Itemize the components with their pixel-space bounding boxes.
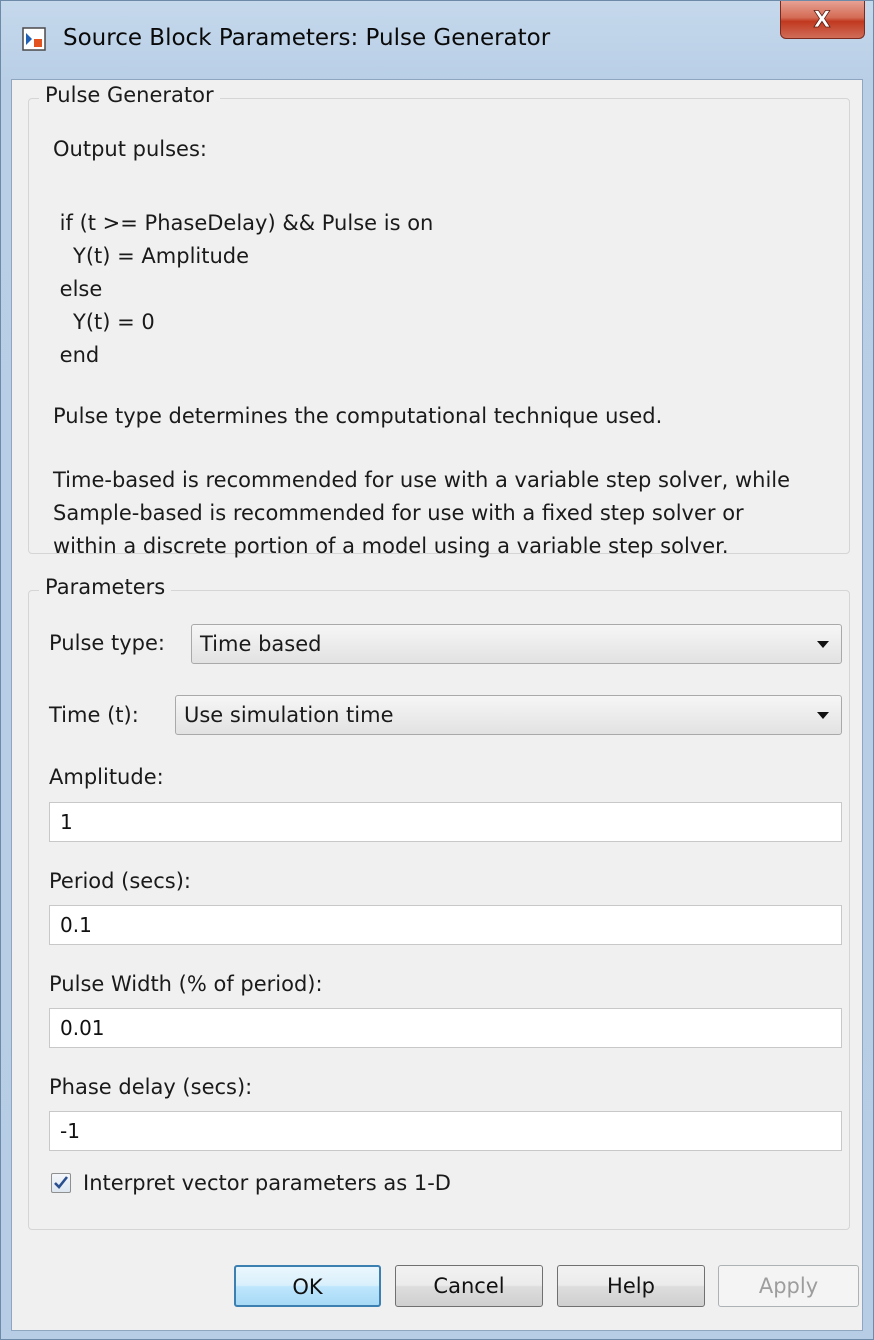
pulse-width-field[interactable]: [49, 1008, 842, 1048]
period-label: Period (secs):: [49, 869, 191, 893]
close-button[interactable]: X: [780, 1, 865, 39]
time-label: Time (t):: [49, 703, 139, 727]
cancel-button[interactable]: Cancel: [395, 1265, 543, 1307]
description-line: end: [53, 343, 100, 367]
parameters-group-title: Parameters: [39, 575, 172, 599]
description-line: Y(t) = Amplitude: [53, 244, 250, 268]
amplitude-label: Amplitude:: [49, 765, 164, 789]
chevron-down-icon: [817, 712, 829, 719]
time-value: Use simulation time: [184, 703, 394, 727]
description-line: Time-based is recommended for use with a…: [53, 468, 791, 492]
pulse-type-value: Time based: [200, 632, 322, 656]
simulink-block-icon: [22, 27, 46, 51]
parameters-group: Parameters Pulse type: Time based Time (…: [28, 575, 850, 1230]
description-line: Y(t) = 0: [53, 310, 155, 334]
dialog-client-area: Pulse Generator Output pulses: if (t >= …: [11, 79, 863, 1331]
amplitude-field[interactable]: [49, 802, 842, 842]
close-icon: X: [813, 8, 831, 34]
description-line: Pulse type determines the computational …: [53, 404, 663, 428]
interpret-vector-checkbox[interactable]: [51, 1173, 71, 1193]
pulse-type-dropdown[interactable]: Time based: [191, 624, 842, 664]
apply-button[interactable]: Apply: [718, 1265, 859, 1307]
dialog-window: Source Block Parameters: Pulse Generator…: [0, 0, 874, 1340]
checkmark-icon: [54, 1176, 69, 1189]
description-line: Sample-based is recommended for use with…: [53, 501, 744, 525]
pulse-type-label: Pulse type:: [49, 631, 165, 655]
description-group-title: Pulse Generator: [39, 83, 220, 107]
pulse-width-label: Pulse Width (% of period):: [49, 972, 323, 996]
description-line: Output pulses:: [53, 137, 207, 161]
description-line: within a discrete portion of a model usi…: [53, 534, 729, 558]
help-button[interactable]: Help: [557, 1265, 705, 1307]
description-line: else: [53, 277, 103, 301]
phase-delay-label: Phase delay (secs):: [49, 1075, 253, 1099]
window-title: Source Block Parameters: Pulse Generator: [63, 25, 551, 51]
phase-delay-field[interactable]: [49, 1111, 842, 1151]
description-line: if (t >= PhaseDelay) && Pulse is on: [53, 211, 434, 235]
interpret-vector-label: Interpret vector parameters as 1-D: [83, 1171, 451, 1195]
chevron-down-icon: [817, 641, 829, 648]
title-bar[interactable]: Source Block Parameters: Pulse Generator…: [1, 1, 873, 79]
ok-button[interactable]: OK: [234, 1265, 381, 1307]
description-group: Pulse Generator Output pulses: if (t >= …: [28, 83, 850, 558]
close-glyph: X: [814, 8, 831, 33]
period-field[interactable]: [49, 905, 842, 945]
time-dropdown[interactable]: Use simulation time: [175, 695, 842, 735]
